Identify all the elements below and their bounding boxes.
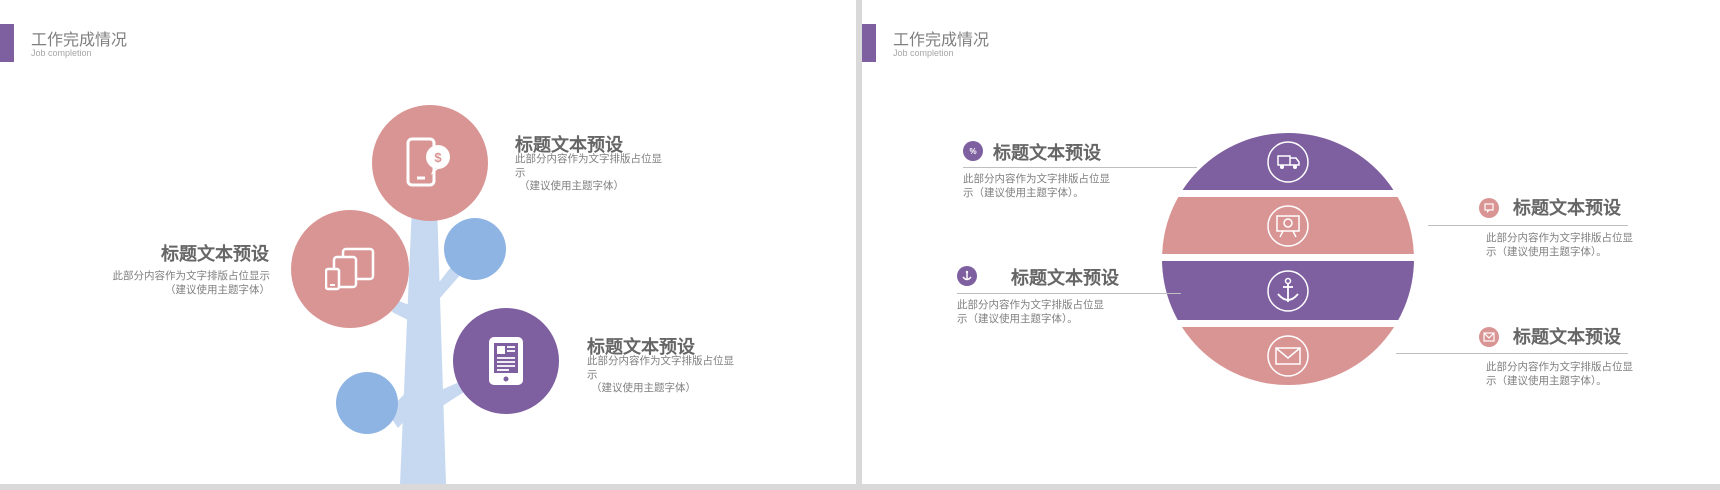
percent-tag-icon: %: [963, 141, 983, 161]
title-accent-bar: [862, 24, 876, 62]
item-heading: 标题文本预设: [1011, 268, 1119, 288]
striped-circle-graphic: [1162, 133, 1414, 385]
anchor-badge-icon: [957, 266, 977, 286]
tree-node-left: [291, 210, 409, 328]
slide-title: 工作完成情况: [893, 32, 990, 49]
svg-text:$: $: [434, 150, 442, 165]
item-divider: [1396, 353, 1628, 354]
item-body: 此部分内容作为文字排版占位显示 （建议使用主题字体）: [515, 153, 662, 192]
item-body: 此部分内容作为文字排版占位显示（建议使用主题字体）。: [957, 299, 1104, 325]
chat-icon: [1479, 198, 1499, 218]
tree-node-top: $: [372, 105, 488, 221]
decor-circle-blue: [336, 372, 398, 434]
decor-circle-blue: [444, 218, 506, 280]
item-body: 此部分内容作为文字排版占位显示（建议使用主题字体）。: [963, 173, 1110, 199]
item-heading: 标题文本预设: [993, 143, 1101, 163]
item-divider: [963, 167, 1197, 168]
tree-node-right: [453, 308, 559, 414]
tree-trunk-graphic: [387, 205, 468, 484]
item-body: 此部分内容作为文字排版占位显示 （建议使用主题字体）: [587, 355, 734, 394]
item-body: 此部分内容作为文字排版占位显示 （建议使用主题字体）: [112, 270, 271, 296]
devices-icon: [325, 247, 375, 291]
item-divider: [957, 293, 1181, 294]
item-body: 此部分内容作为文字排版占位显示（建议使用主题字体）。: [1486, 361, 1633, 387]
item-heading: 标题文本预设: [161, 244, 269, 264]
slide-right: 工作完成情况 Job completion % 标题文本预设 此部分内容作为文字…: [862, 0, 1720, 484]
slide-left: 工作完成情况 Job completion $ 标题文本预设 此部分内容作为文字…: [0, 0, 856, 484]
mobile-payment-icon: $: [406, 137, 450, 187]
item-divider: [1428, 225, 1628, 226]
slide-subtitle: Job completion: [893, 48, 954, 58]
tablet-news-icon: [489, 337, 523, 385]
item-body: 此部分内容作为文字排版占位显示（建议使用主题字体）。: [1486, 232, 1633, 258]
item-heading: 标题文本预设: [1513, 198, 1621, 218]
mail-icon: [1479, 327, 1499, 347]
item-heading: 标题文本预设: [1513, 327, 1621, 347]
